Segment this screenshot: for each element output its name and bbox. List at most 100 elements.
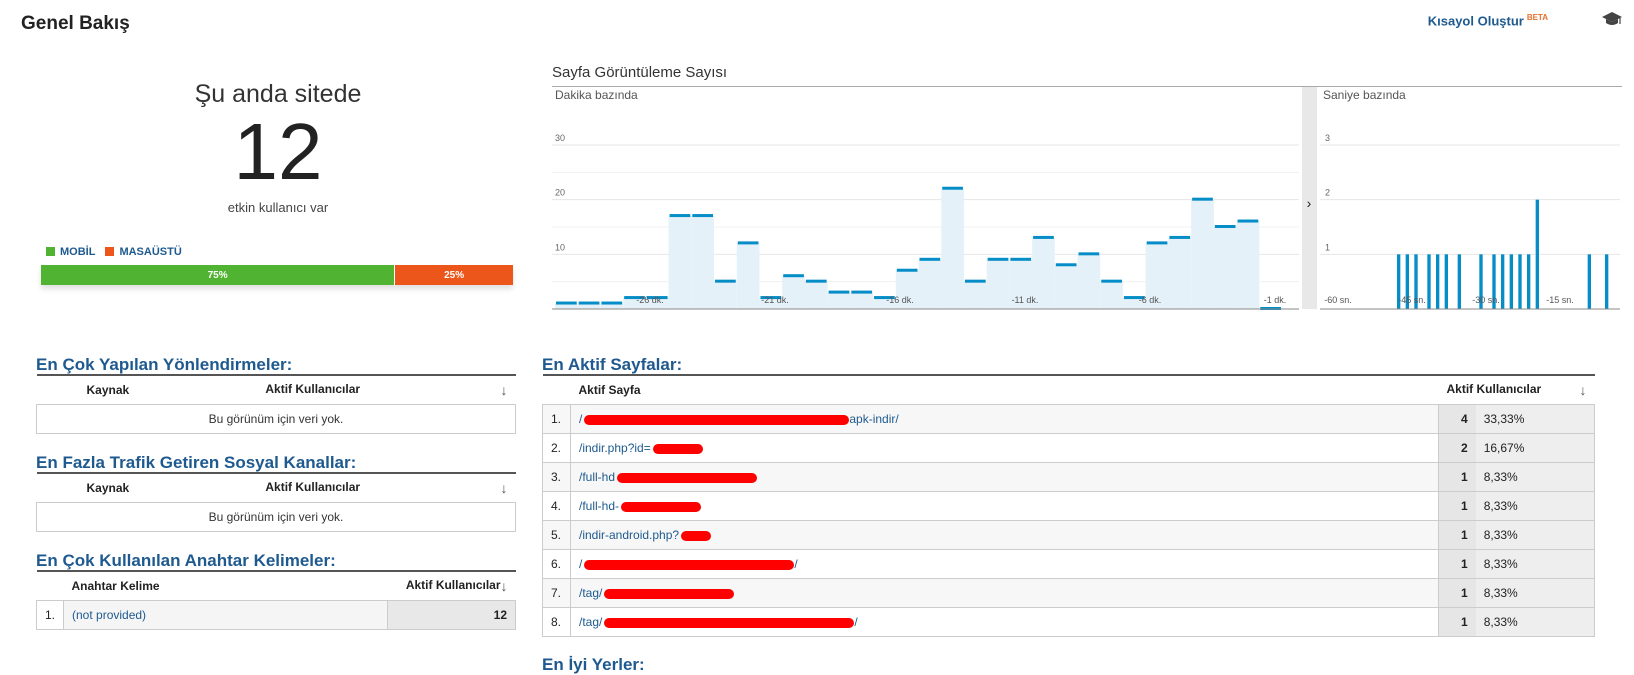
sort-down-icon[interactable]: ↓ <box>501 578 508 594</box>
page-link[interactable]: /indir.php?id= <box>579 441 651 455</box>
page-link-tail[interactable]: / <box>794 557 797 571</box>
table-row: 1. / apk-indir/4 33,33% <box>542 404 1595 434</box>
page-link[interactable]: /tag/ <box>579 586 602 600</box>
keyword-link[interactable]: (not provided) <box>63 600 388 630</box>
bar-cap <box>556 301 577 305</box>
empty-message: Bu görünüm için veri yok. <box>36 404 516 434</box>
table-row: 8. /tag/ / 1 8,33% <box>542 607 1595 637</box>
table-row: 7. /tag/1 8,33% <box>542 578 1595 608</box>
x-tick-label: -60 sn. <box>1324 295 1352 305</box>
redaction-mark <box>652 443 703 454</box>
bar-cap <box>1101 279 1122 283</box>
bar <box>1535 199 1539 309</box>
page-cell: /full-hd <box>570 462 1439 492</box>
page-cell: /tag/ / <box>570 607 1439 637</box>
page-link[interactable]: / <box>579 412 582 426</box>
active-pages-table: Aktif Sayfa Aktif Kullanıcılar ↓ 1. / apk-i… <box>542 374 1595 637</box>
bar <box>1444 254 1448 309</box>
chevron-right-icon: › <box>1307 195 1312 211</box>
bar <box>1213 227 1237 309</box>
legend-mobile: MOBİL <box>46 246 95 258</box>
social-title: En Fazla Trafik Getiren Sosyal Kanallar: <box>36 453 357 472</box>
x-tick-label: -26 dk. <box>636 295 664 305</box>
keywords-table: Anahtar Kelime Aktif Kullanıcılar ↓ 1. (n… <box>35 570 516 630</box>
bar-cap <box>737 241 759 245</box>
page-link-tail[interactable]: apk-indir/ <box>849 412 898 426</box>
redaction-mark <box>584 414 850 425</box>
col-keyword[interactable]: Anahtar Kelime <box>63 570 388 601</box>
redaction-mark <box>604 617 855 628</box>
empty-message: Bu görünüm için veri yok. <box>36 502 516 532</box>
sort-down-icon[interactable]: ↓ <box>501 480 508 496</box>
page-percent: 16,67% <box>1475 433 1595 463</box>
page-value: 1 <box>1437 549 1476 579</box>
create-shortcut-link[interactable]: Kısayol Oluştur BETA <box>1428 13 1548 28</box>
bar-cap <box>692 214 714 218</box>
bar <box>1168 237 1192 309</box>
page-value: 1 <box>1437 462 1476 492</box>
legend-desktop: MASAÜSTÜ <box>105 246 182 258</box>
bar <box>1236 221 1260 309</box>
col-active[interactable]: Aktif Kullanıcılar ↓ <box>387 570 516 601</box>
desktop-swatch <box>105 247 115 256</box>
bar-cap <box>1169 235 1191 239</box>
row-number: 5. <box>542 520 571 550</box>
col-active[interactable]: Aktif Kullanıcılar ↓ <box>257 374 516 405</box>
table-row: 2. /indir.php?id= 2 16,67% <box>542 433 1595 463</box>
table-row: 1. (not provided) 12 <box>35 600 516 630</box>
bar <box>1501 254 1505 309</box>
col-page[interactable]: Aktif Sayfa <box>570 374 1439 405</box>
page-percent: 8,33% <box>1475 520 1595 550</box>
shortcut-label: Kısayol Oluştur <box>1427 13 1524 29</box>
sort-down-icon[interactable]: ↓ <box>501 382 508 398</box>
redaction-mark <box>584 559 795 570</box>
page-link[interactable]: /full-hd- <box>579 499 619 513</box>
table-row: 3. /full-hd 1 8,33% <box>542 462 1595 492</box>
page-value: 4 <box>1437 404 1476 434</box>
row-number: 8. <box>542 607 571 637</box>
col-active[interactable]: Aktif Kullanıcılar ↓ <box>1438 374 1595 405</box>
y-tick-label: 10 <box>555 242 565 252</box>
sort-down-icon[interactable]: ↓ <box>1580 382 1587 398</box>
col-active[interactable]: Aktif Kullanıcılar ↓ <box>257 472 516 503</box>
y-tick-label: 1 <box>1325 242 1330 252</box>
referrals-title: En Çok Yapılan Yönlendirmeler: <box>36 355 293 374</box>
desktop-segment[interactable]: 25% <box>394 265 513 285</box>
realtime-subtitle: etkin kullanıcı var <box>227 200 329 215</box>
x-tick-label: -30 sn. <box>1472 295 1500 305</box>
page-link[interactable]: /tag/ <box>579 615 602 629</box>
row-number: 1. <box>542 404 571 434</box>
bar <box>1605 254 1609 309</box>
page-cell: /indir.php?id= <box>570 433 1439 463</box>
table-row: 6. //1 8,33% <box>542 549 1595 579</box>
page-link[interactable]: / <box>579 557 582 571</box>
col-source[interactable]: Kaynak <box>36 374 258 405</box>
bar <box>714 281 737 309</box>
keyword-value: 12 <box>387 600 516 630</box>
page-value: 1 <box>1437 578 1476 608</box>
page-link-tail[interactable]: / <box>854 615 857 629</box>
graduation-cap-icon[interactable] <box>1602 10 1622 28</box>
bar <box>1527 254 1531 309</box>
pages-title: En Aktif Sayfalar: <box>542 355 683 374</box>
page-percent: 8,33% <box>1475 549 1595 579</box>
x-tick-label: -11 dk. <box>1012 295 1039 305</box>
bar-cap <box>669 214 691 218</box>
table-row: 5. /indir-android.php? 1 8,33% <box>542 520 1595 550</box>
mobile-segment[interactable]: 75% <box>41 265 395 285</box>
page-percent: 8,33% <box>1475 607 1595 637</box>
col-source[interactable]: Kaynak <box>36 472 258 503</box>
page-link[interactable]: /full-hd <box>579 470 615 484</box>
bar <box>963 281 987 309</box>
page-cell: / / <box>570 549 1439 579</box>
pageviews-chart: Dakika bazında 10 20 30 -26 dk. -21 dk. -16 dk… <box>552 87 1620 310</box>
x-tick-label: -16 dk. <box>886 295 914 305</box>
row-number: 6. <box>542 549 571 579</box>
page-link[interactable]: /indir-android.php? <box>579 528 679 542</box>
mobile-swatch <box>46 247 55 256</box>
device-split-bar: 75% 25% <box>41 265 513 285</box>
row-number: 4. <box>542 491 571 521</box>
x-tick-label: -21 dk. <box>761 295 789 305</box>
bar <box>1509 254 1513 309</box>
bar <box>1587 254 1591 309</box>
